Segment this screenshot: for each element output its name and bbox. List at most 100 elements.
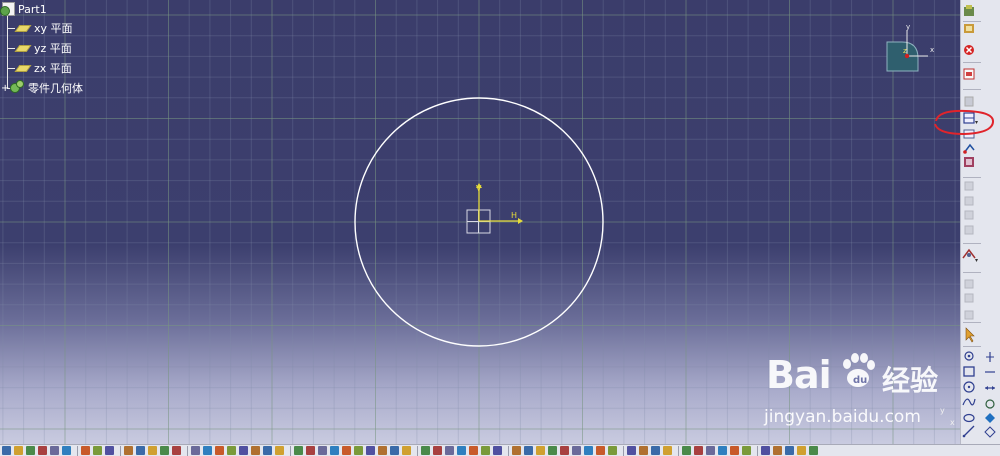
toolbar-tool-icon[interactable] xyxy=(203,446,212,455)
point-icon[interactable] xyxy=(964,351,974,361)
toolbar-tool-icon[interactable] xyxy=(524,446,533,455)
toolbar-tool-icon[interactable] xyxy=(366,446,375,455)
toolbar-tool-icon[interactable] xyxy=(81,446,90,455)
toolbar-separator xyxy=(757,445,758,456)
toolbar-tool-icon[interactable] xyxy=(330,446,339,455)
tree-root-part1[interactable]: Part1 xyxy=(0,1,47,17)
tree-item-zx-plane[interactable]: zx 平面 xyxy=(14,60,72,76)
3d-viewport[interactable]: H V Part1 xy 平面 yz 平面 zx 平面 + 零件几何体 y x … xyxy=(0,0,960,444)
toolbar-tool-icon[interactable] xyxy=(742,446,751,455)
spline-icon[interactable] xyxy=(962,398,976,406)
circle-icon[interactable] xyxy=(963,381,975,393)
tree-item-xy-plane[interactable]: xy 平面 xyxy=(14,20,73,36)
toolbar-tool-icon[interactable] xyxy=(445,446,454,455)
toolbar-separator xyxy=(187,445,188,456)
toolbar-tool-icon[interactable] xyxy=(14,446,23,455)
toolbar-tool-icon[interactable] xyxy=(172,446,181,455)
toolbar-tool-icon[interactable] xyxy=(469,446,478,455)
toolbar-tool-icon[interactable] xyxy=(512,446,521,455)
select-arrow-icon[interactable] xyxy=(965,327,975,343)
toolbar-tool-icon[interactable] xyxy=(191,446,200,455)
close-red-icon[interactable] xyxy=(964,45,974,55)
compass-widget[interactable]: y x z xyxy=(880,22,940,82)
toolbar-tool-icon[interactable] xyxy=(785,446,794,455)
toolbar-tool-icon[interactable] xyxy=(809,446,818,455)
toolbar-tool-icon[interactable] xyxy=(730,446,739,455)
toolbar-tool-icon[interactable] xyxy=(421,446,430,455)
toolbar-tool-icon[interactable] xyxy=(93,446,102,455)
constraint-icon[interactable] xyxy=(964,157,974,167)
toolbar-tool-icon[interactable] xyxy=(136,446,145,455)
toolbar-tool-icon[interactable] xyxy=(481,446,490,455)
toolbar-tool-icon[interactable] xyxy=(402,446,411,455)
toolbar-tool-icon[interactable] xyxy=(215,446,224,455)
toolbar-tool-icon[interactable] xyxy=(105,446,114,455)
part-body-icon xyxy=(9,80,25,96)
toolbar-tool-icon[interactable] xyxy=(50,446,59,455)
toolbar-tool-icon[interactable] xyxy=(572,446,581,455)
toolbar-tool-icon[interactable] xyxy=(38,446,47,455)
conic-icon[interactable] xyxy=(963,413,975,423)
toolbar-tool-icon[interactable] xyxy=(378,446,387,455)
toolbar-tool-icon[interactable] xyxy=(694,446,703,455)
toolbar-tool-icon[interactable] xyxy=(342,446,351,455)
image-icon[interactable] xyxy=(963,68,975,80)
sketch-analysis-icon[interactable] xyxy=(962,248,976,259)
toolbar-tool-icon[interactable] xyxy=(584,446,593,455)
axis-tools-column[interactable] xyxy=(984,352,996,438)
plane-icon xyxy=(14,44,32,52)
toolbar-separator xyxy=(77,445,78,456)
toolbar-tool-icon[interactable] xyxy=(251,446,260,455)
tree-root-label: Part1 xyxy=(18,2,47,16)
toolbar-tool-icon[interactable] xyxy=(682,446,691,455)
toolbar-tool-icon[interactable] xyxy=(651,446,660,455)
toolbar-tool-icon[interactable] xyxy=(548,446,557,455)
toolbar-tool-icon[interactable] xyxy=(493,446,502,455)
toolbar-tool-icon[interactable] xyxy=(2,446,11,455)
toolbar-separator xyxy=(120,445,121,456)
toolbar-tool-icon[interactable] xyxy=(761,446,770,455)
plane-icon xyxy=(14,24,32,32)
toolbar-tool-icon[interactable] xyxy=(354,446,363,455)
toolbar-tool-icon[interactable] xyxy=(536,446,545,455)
toolbar-separator xyxy=(678,445,679,456)
toolbar-tool-icon[interactable] xyxy=(294,446,303,455)
toolbar-tool-icon[interactable] xyxy=(124,446,133,455)
toolbar-tool-icon[interactable] xyxy=(227,446,236,455)
toolbar-tool-icon[interactable] xyxy=(306,446,315,455)
tree-item-yz-plane[interactable]: yz 平面 xyxy=(14,40,72,56)
expand-plus-icon[interactable]: + xyxy=(1,83,9,94)
part-icon xyxy=(0,2,15,16)
toolbar-tool-icon[interactable] xyxy=(457,446,466,455)
toolbar-tool-icon[interactable] xyxy=(706,446,715,455)
toolbar-tool-icon[interactable] xyxy=(263,446,272,455)
rectangle-icon[interactable] xyxy=(963,366,975,377)
disabled-tool-icon-2 xyxy=(964,181,974,235)
toolbar-tool-icon[interactable] xyxy=(560,446,569,455)
toolbar-tool-icon[interactable] xyxy=(663,446,672,455)
toolbar-separator xyxy=(623,445,624,456)
toolbar-tool-icon[interactable] xyxy=(160,446,169,455)
operation-icon[interactable] xyxy=(963,143,975,154)
compass-y-label: y xyxy=(906,23,910,31)
toolbar-tool-icon[interactable] xyxy=(773,446,782,455)
line-icon[interactable] xyxy=(962,425,975,438)
toolbar-tool-icon[interactable] xyxy=(318,446,327,455)
toolbar-tool-icon[interactable] xyxy=(62,446,71,455)
toolbar-tool-icon[interactable] xyxy=(275,446,284,455)
tree-item-part-body[interactable]: + 零件几何体 xyxy=(1,80,83,96)
toolbar-tool-icon[interactable] xyxy=(627,446,636,455)
toolbar-tool-icon[interactable] xyxy=(433,446,442,455)
toolbar-tool-icon[interactable] xyxy=(596,446,605,455)
toolbar-tool-icon[interactable] xyxy=(718,446,727,455)
tree-item-label: xy 平面 xyxy=(34,22,73,35)
toolbar-tool-icon[interactable] xyxy=(390,446,399,455)
toolbar-tool-icon[interactable] xyxy=(797,446,806,455)
toolbar-tool-icon[interactable] xyxy=(148,446,157,455)
toolbar-tool-icon[interactable] xyxy=(239,446,248,455)
toolbar-tool-icon[interactable] xyxy=(608,446,617,455)
toolbar-tool-icon[interactable] xyxy=(639,446,648,455)
exit-sketch-icon[interactable] xyxy=(964,5,974,16)
toolbar-tool-icon[interactable] xyxy=(26,446,35,455)
sketch-icon[interactable] xyxy=(964,24,974,33)
